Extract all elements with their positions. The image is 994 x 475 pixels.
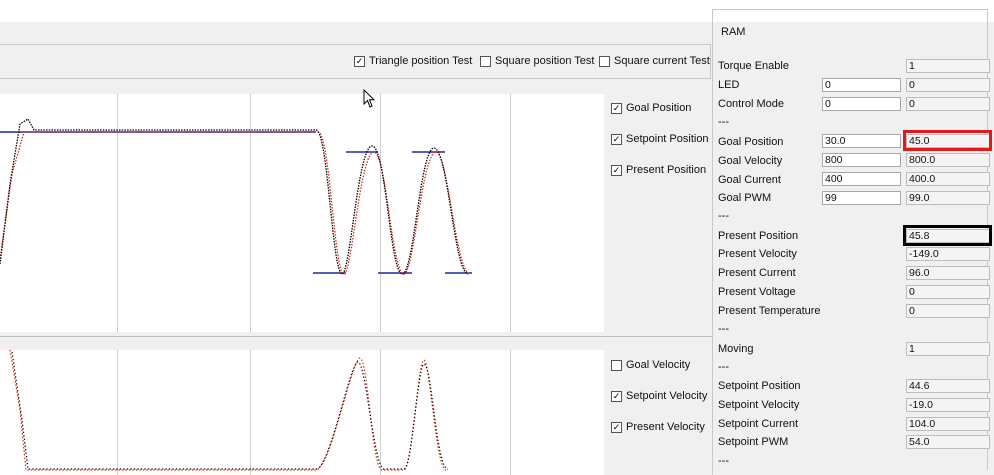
goal-pwm-value: 99.0: [906, 191, 990, 205]
moving-label: Moving: [718, 343, 754, 355]
present-velocity-series: [11, 351, 449, 470]
goal-position-highlight: [903, 130, 992, 151]
goal-velocity-input[interactable]: 800: [822, 153, 901, 167]
setpoint-pwm-value: 54.0: [906, 435, 990, 449]
position-plot[interactable]: [0, 94, 604, 332]
setpoint-velocity-label: Setpoint Velocity: [718, 399, 800, 411]
torque-enable-value: 1: [906, 59, 990, 73]
separator: ---: [718, 210, 729, 222]
setpoint-current-value: 104.0: [906, 417, 990, 431]
setpoint-current-label: Setpoint Current: [718, 418, 799, 430]
setpoint-position-series: [0, 131, 471, 275]
test-selector-bar: ✓ Triangle position Test Square position…: [0, 44, 711, 79]
plot-panel: ✓ Triangle position Test Square position…: [0, 22, 713, 475]
setpoint-position-legend[interactable]: ✓ Setpoint Position: [611, 133, 709, 145]
goal-velocity-legend-label: Goal Velocity: [626, 359, 691, 371]
present-current-value: 96.0: [906, 266, 990, 280]
control-mode-input[interactable]: 0: [822, 97, 901, 111]
square-position-test-label: Square position Test: [495, 55, 595, 67]
goal-velocity-label: Goal Velocity: [718, 155, 783, 167]
velocity-plot[interactable]: [0, 350, 604, 475]
present-position-legend-label: Present Position: [626, 164, 707, 176]
setpoint-position-label: Setpoint Position: [718, 380, 801, 392]
setpoint-position-legend-label: Setpoint Position: [626, 133, 709, 145]
goal-position-series: [0, 131, 472, 274]
triangle-test-option[interactable]: ✓ Triangle position Test: [354, 55, 472, 67]
square-current-test-option[interactable]: Square current Test: [599, 55, 710, 67]
control-mode-value: 0: [906, 97, 990, 111]
present-position-label: Present Position: [718, 230, 799, 242]
goal-position-input[interactable]: 30.0: [822, 134, 901, 148]
goal-position-label: Goal Position: [718, 136, 784, 148]
goal-current-value: 400.0: [906, 172, 990, 186]
goal-current-label: Goal Current: [718, 174, 781, 186]
setpoint-position-checkbox[interactable]: ✓: [611, 133, 622, 145]
present-position-legend[interactable]: ✓ Present Position: [611, 164, 706, 176]
plot-divider: [0, 336, 712, 337]
torque-enable-label: Torque Enable: [718, 60, 789, 72]
setpoint-velocity-value: -19.0: [906, 398, 990, 412]
position-plot-traces: [0, 118, 472, 275]
control-mode-label: Control Mode: [718, 98, 785, 110]
present-voltage-label: Present Voltage: [718, 286, 796, 298]
goal-pwm-label: Goal PWM: [718, 192, 772, 204]
goal-velocity-checkbox[interactable]: [611, 359, 622, 371]
setpoint-velocity-checkbox[interactable]: ✓: [611, 390, 622, 402]
led-input[interactable]: 0: [822, 78, 901, 92]
moving-value: 1: [906, 342, 990, 356]
square-current-test-label: Square current Test: [614, 55, 710, 67]
triangle-test-label: Triangle position Test: [369, 55, 473, 67]
present-velocity-legend[interactable]: ✓ Present Velocity: [611, 421, 705, 433]
goal-position-checkbox[interactable]: ✓: [611, 102, 622, 114]
setpoint-velocity-series: [9, 350, 447, 471]
goal-current-input[interactable]: 400: [822, 172, 901, 186]
present-voltage-value: 0: [906, 285, 990, 299]
goal-position-legend[interactable]: ✓ Goal Position: [611, 102, 691, 114]
present-velocity-legend-label: Present Velocity: [626, 421, 705, 433]
led-value: 0: [906, 78, 990, 92]
square-position-test-checkbox[interactable]: [480, 55, 491, 67]
present-temperature-label: Present Temperature: [718, 305, 821, 317]
present-position-checkbox[interactable]: ✓: [611, 164, 622, 176]
triangle-test-checkbox[interactable]: ✓: [354, 55, 365, 67]
setpoint-pwm-label: Setpoint PWM: [718, 436, 789, 448]
present-current-label: Present Current: [718, 267, 796, 279]
goal-pwm-input[interactable]: 99: [822, 191, 901, 205]
goal-velocity-legend[interactable]: Goal Velocity: [611, 359, 690, 371]
separator: ---: [718, 361, 729, 373]
velocity-plot-traces: [9, 350, 449, 471]
square-position-test-option[interactable]: Square position Test: [480, 55, 594, 67]
present-velocity-label: Present Velocity: [718, 248, 797, 260]
present-velocity-checkbox[interactable]: ✓: [611, 421, 622, 433]
goal-position-legend-label: Goal Position: [626, 102, 692, 114]
setpoint-position-value: 44.6: [906, 379, 990, 393]
mouse-cursor-icon: [363, 89, 376, 108]
separator: ---: [718, 323, 729, 335]
present-velocity-value: -149.0: [906, 247, 990, 261]
led-label: LED: [718, 79, 740, 91]
square-current-test-checkbox[interactable]: [599, 55, 610, 67]
setpoint-velocity-legend-label: Setpoint Velocity: [626, 390, 708, 402]
ram-title: RAM: [718, 26, 749, 38]
setpoint-velocity-legend[interactable]: ✓ Setpoint Velocity: [611, 390, 707, 402]
present-position-series: [0, 118, 469, 275]
present-temperature-value: 0: [906, 304, 990, 318]
separator: ---: [718, 116, 729, 128]
goal-velocity-value: 800.0: [906, 153, 990, 167]
present-position-highlight: [903, 225, 992, 246]
separator: ---: [718, 455, 729, 467]
